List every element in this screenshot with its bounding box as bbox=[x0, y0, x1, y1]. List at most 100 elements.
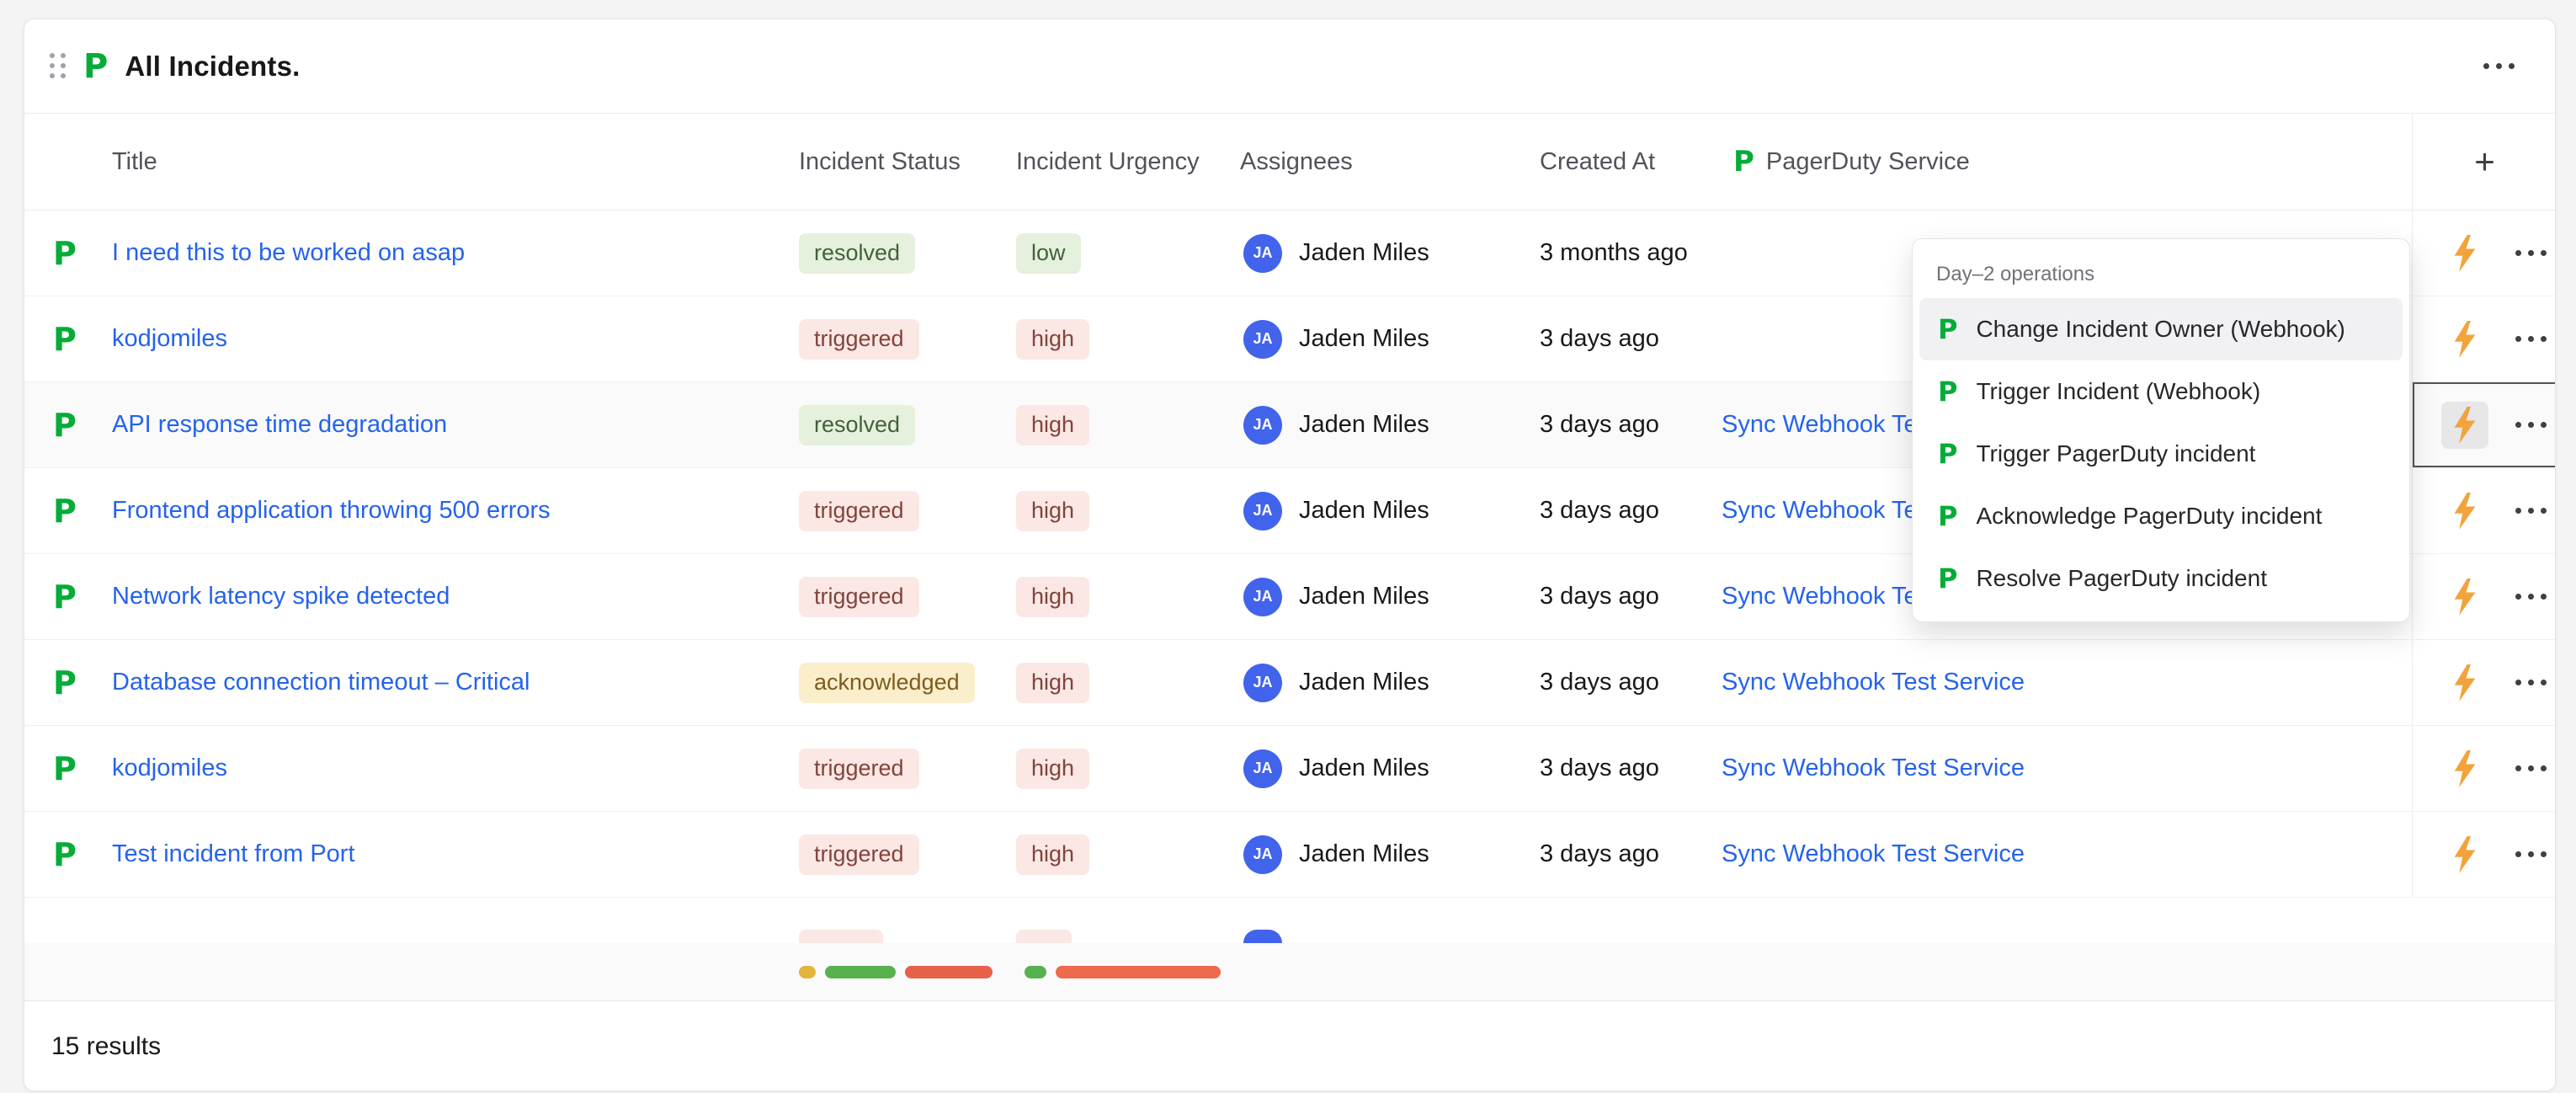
assignees-cell: JAJaden Miles bbox=[1240, 812, 1540, 897]
menu-item-resolve-pagerduty-incident[interactable]: P Resolve PagerDuty incident bbox=[1919, 547, 2403, 610]
summary-band bbox=[24, 943, 2555, 1000]
pagerduty-icon: P bbox=[1938, 316, 1957, 343]
menu-item-acknowledge-pagerduty-incident[interactable]: P Acknowledge PagerDuty incident bbox=[1919, 485, 2403, 547]
pagerduty-icon: P bbox=[1938, 378, 1957, 405]
status-badge: resolved bbox=[799, 405, 915, 445]
row-menu-button[interactable] bbox=[2512, 851, 2550, 857]
title-cell: Database connection timeout – Critical bbox=[112, 640, 799, 725]
title-cell: Test incident from Port bbox=[112, 812, 799, 897]
menu-item-change-incident-owner[interactable]: P Change Incident Owner (Webhook) bbox=[1919, 298, 2403, 360]
table-row: P Test incident from Port triggered high… bbox=[24, 812, 2555, 898]
row-menu-button[interactable] bbox=[2512, 250, 2550, 256]
pagerduty-icon: P bbox=[53, 667, 77, 699]
urgency-badge: high bbox=[1016, 491, 1089, 531]
pagerduty-icon: P bbox=[53, 753, 77, 785]
service-cell: Sync Webhook Test Service bbox=[1722, 812, 2412, 897]
run-action-button[interactable] bbox=[2441, 402, 2488, 449]
service-link[interactable]: Sync Webhook Test Service bbox=[1722, 754, 2025, 782]
clipped-status-badge bbox=[799, 930, 883, 943]
service-cell: Sync Webhook Test Service bbox=[1722, 726, 2412, 811]
incident-title-link[interactable]: Database connection timeout – Critical bbox=[112, 669, 530, 696]
actions-cell bbox=[2412, 468, 2556, 553]
pagerduty-icon: P bbox=[53, 495, 77, 527]
column-label: Assignees bbox=[1240, 148, 1353, 176]
actions-cell bbox=[2412, 812, 2556, 897]
status-cell: triggered bbox=[799, 468, 1016, 553]
status-cell: triggered bbox=[799, 296, 1016, 381]
run-action-button[interactable] bbox=[2441, 316, 2488, 363]
title-cell: Network latency spike detected bbox=[112, 554, 799, 639]
urgency-cell: low bbox=[1016, 211, 1240, 296]
clipped-urgency-badge bbox=[1016, 930, 1072, 943]
row-menu-button[interactable] bbox=[2512, 422, 2550, 428]
pagerduty-icon: P bbox=[1938, 503, 1957, 530]
row-menu-button[interactable] bbox=[2512, 508, 2550, 514]
widget-menu-button[interactable] bbox=[2480, 63, 2518, 69]
incident-title-link[interactable]: Test incident from Port bbox=[112, 840, 355, 868]
clipped-row bbox=[24, 898, 2555, 943]
incident-title-link[interactable]: API response time degradation bbox=[112, 411, 447, 439]
row-icon-cell: P bbox=[24, 296, 112, 381]
run-action-button[interactable] bbox=[2441, 745, 2488, 792]
urgency-cell: high bbox=[1016, 382, 1240, 467]
assignee-name: Jaden Miles bbox=[1299, 411, 1429, 439]
created-cell: 3 days ago bbox=[1540, 554, 1722, 639]
assignee-name: Jaden Miles bbox=[1299, 840, 1429, 868]
assignees-cell: JAJaden Miles bbox=[1240, 382, 1540, 467]
column-header-assignees[interactable]: Assignees bbox=[1240, 114, 1540, 210]
menu-item-trigger-incident-webhook[interactable]: P Trigger Incident (Webhook) bbox=[1919, 360, 2403, 423]
incident-title-link[interactable]: kodjomiles bbox=[112, 754, 227, 782]
widget-titlebar: P All Incidents. bbox=[24, 19, 2555, 114]
incident-title-link[interactable]: I need this to be worked on asap bbox=[112, 239, 465, 267]
incident-title-link[interactable]: Frontend application throwing 500 errors bbox=[112, 497, 551, 525]
drag-handle-icon[interactable] bbox=[50, 53, 67, 79]
run-action-button[interactable] bbox=[2441, 230, 2488, 277]
column-label: Incident Urgency bbox=[1016, 148, 1200, 176]
menu-item-trigger-pagerduty-incident[interactable]: P Trigger PagerDuty incident bbox=[1919, 423, 2403, 485]
add-property-button[interactable]: + bbox=[2412, 114, 2556, 210]
menu-item-label: Resolve PagerDuty incident bbox=[1976, 565, 2267, 592]
service-link[interactable]: Sync Webhook Test Service bbox=[1722, 669, 2025, 696]
incident-title-link[interactable]: kodjomiles bbox=[112, 325, 227, 353]
run-action-button[interactable] bbox=[2441, 659, 2488, 706]
column-header-created[interactable]: Created At bbox=[1540, 114, 1722, 210]
actions-cell bbox=[2412, 554, 2556, 639]
avatar: JA bbox=[1243, 320, 1282, 359]
service-link[interactable]: Sync Webhook Test Service bbox=[1722, 840, 2025, 868]
avatar: JA bbox=[1243, 578, 1282, 616]
urgency-distribution-bar bbox=[1016, 966, 1240, 978]
created-at: 3 months ago bbox=[1540, 239, 1688, 267]
incident-title-link[interactable]: Network latency spike detected bbox=[112, 583, 450, 610]
column-header-service[interactable]: P PagerDuty Service bbox=[1722, 114, 2412, 210]
actions-cell bbox=[2412, 640, 2556, 725]
pagerduty-icon: P bbox=[53, 237, 77, 269]
urgency-badge: high bbox=[1016, 577, 1089, 617]
created-cell: 3 days ago bbox=[1540, 296, 1722, 381]
pagerduty-icon: P bbox=[53, 839, 77, 871]
status-badge: triggered bbox=[799, 749, 919, 789]
run-action-button[interactable] bbox=[2441, 573, 2488, 621]
created-at: 3 days ago bbox=[1540, 754, 1659, 782]
status-triggered-segment bbox=[905, 966, 993, 978]
run-action-button[interactable] bbox=[2441, 488, 2488, 535]
run-action-button[interactable] bbox=[2441, 831, 2488, 878]
row-menu-button[interactable] bbox=[2512, 765, 2550, 771]
row-icon-cell: P bbox=[24, 726, 112, 811]
assignees-cell: JAJaden Miles bbox=[1240, 211, 1540, 296]
status-cell: triggered bbox=[799, 812, 1016, 897]
title-cell: kodjomiles bbox=[112, 296, 799, 381]
row-menu-button[interactable] bbox=[2512, 680, 2550, 685]
table-row: P kodjomiles triggered high JAJaden Mile… bbox=[24, 726, 2555, 812]
column-header-urgency[interactable]: Incident Urgency bbox=[1016, 114, 1240, 210]
plus-icon: + bbox=[2474, 144, 2495, 179]
row-menu-button[interactable] bbox=[2512, 336, 2550, 342]
row-icon-cell: P bbox=[24, 812, 112, 897]
avatar: JA bbox=[1243, 492, 1282, 531]
row-menu-button[interactable] bbox=[2512, 594, 2550, 600]
column-header-status[interactable]: Incident Status bbox=[799, 114, 1016, 210]
table-row: P Database connection timeout – Critical… bbox=[24, 640, 2555, 726]
assignee-name: Jaden Miles bbox=[1299, 325, 1429, 353]
menu-item-label: Change Incident Owner (Webhook) bbox=[1976, 316, 2344, 343]
column-header-title[interactable]: Title bbox=[112, 114, 799, 210]
row-icon-cell: P bbox=[24, 211, 112, 296]
